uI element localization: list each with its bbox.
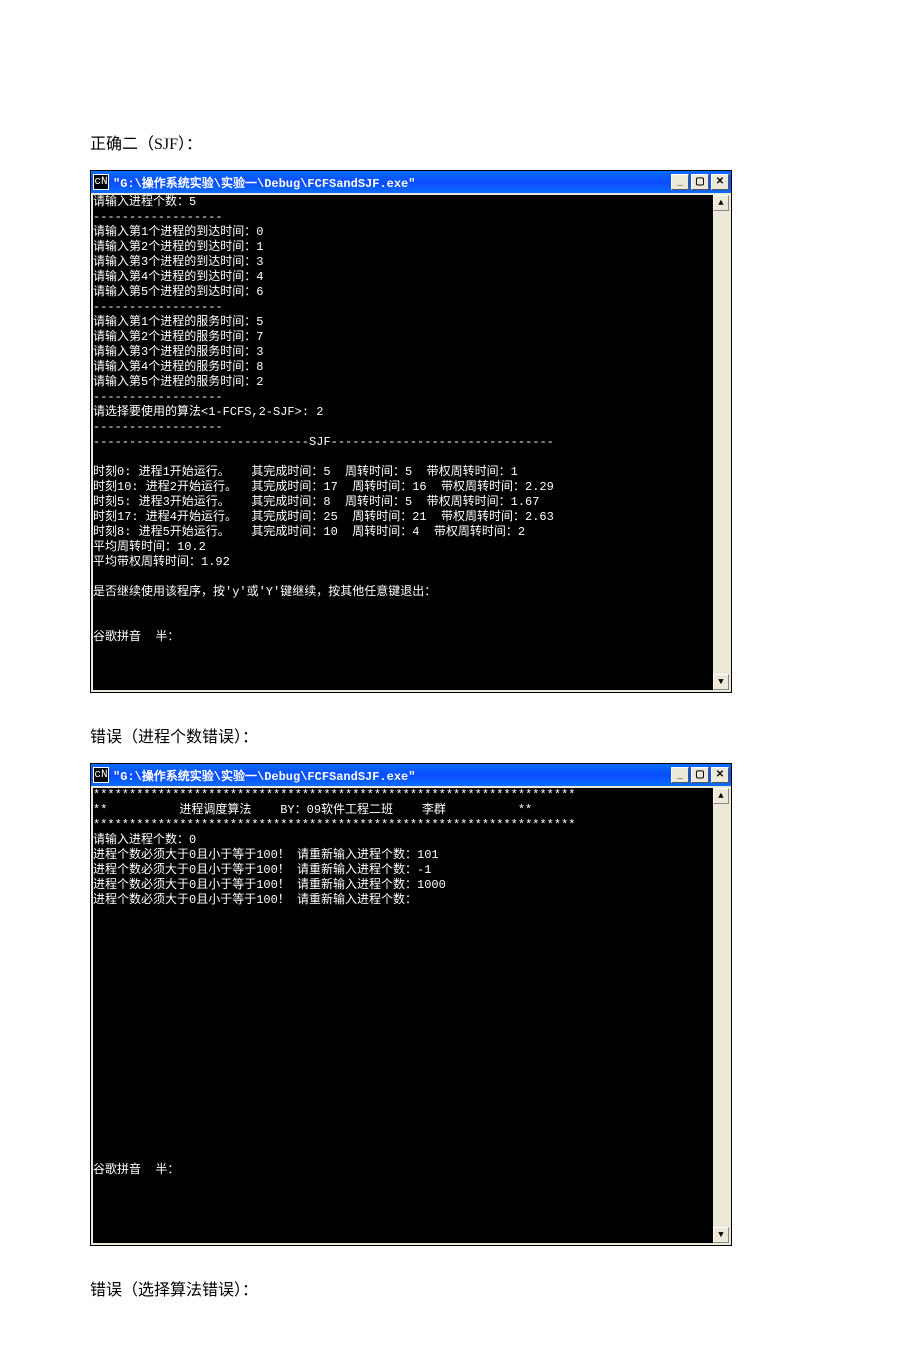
close-button[interactable]: ✕ — [711, 174, 729, 190]
scroll-track[interactable] — [713, 211, 729, 674]
caption-error-count: 错误（进程个数错误）： — [90, 723, 830, 747]
titlebar: cN "G:\操作系统实验\实验一\Debug\FCFSandSJF.exe" … — [91, 171, 731, 193]
window-buttons: _ ▢ ✕ — [671, 767, 729, 783]
scrollbar[interactable]: ▲ ▼ — [713, 788, 729, 1243]
window-title: "G:\操作系统实验\实验一\Debug\FCFSandSJF.exe" — [113, 174, 671, 191]
minimize-button[interactable]: _ — [671, 767, 689, 783]
maximize-button[interactable]: ▢ — [691, 767, 709, 783]
close-button[interactable]: ✕ — [711, 767, 729, 783]
scrollbar[interactable]: ▲ ▼ — [713, 195, 729, 690]
minimize-button[interactable]: _ — [671, 174, 689, 190]
maximize-button[interactable]: ▢ — [691, 174, 709, 190]
window-title: "G:\操作系统实验\实验一\Debug\FCFSandSJF.exe" — [113, 767, 671, 784]
titlebar: cN "G:\操作系统实验\实验一\Debug\FCFSandSJF.exe" … — [91, 764, 731, 786]
scroll-up-icon[interactable]: ▲ — [713, 195, 729, 211]
scroll-down-icon[interactable]: ▼ — [713, 1227, 729, 1243]
cmd-icon: cN — [93, 174, 109, 190]
console-output: ****************************************… — [93, 788, 713, 1243]
scroll-up-icon[interactable]: ▲ — [713, 788, 729, 804]
cmd-icon: cN — [93, 767, 109, 783]
caption-sjf: 正确二（SJF）： — [90, 130, 830, 154]
scroll-track[interactable] — [713, 804, 729, 1227]
console-output: 请输入进程个数：5 ------------------ 请输入第1个进程的到达… — [93, 195, 713, 690]
caption-error-algo: 错误（选择算法错误）： — [90, 1276, 830, 1300]
scroll-down-icon[interactable]: ▼ — [713, 674, 729, 690]
console-window-2: cN "G:\操作系统实验\实验一\Debug\FCFSandSJF.exe" … — [90, 763, 732, 1246]
window-buttons: _ ▢ ✕ — [671, 174, 729, 190]
console-window-1: cN "G:\操作系统实验\实验一\Debug\FCFSandSJF.exe" … — [90, 170, 732, 693]
